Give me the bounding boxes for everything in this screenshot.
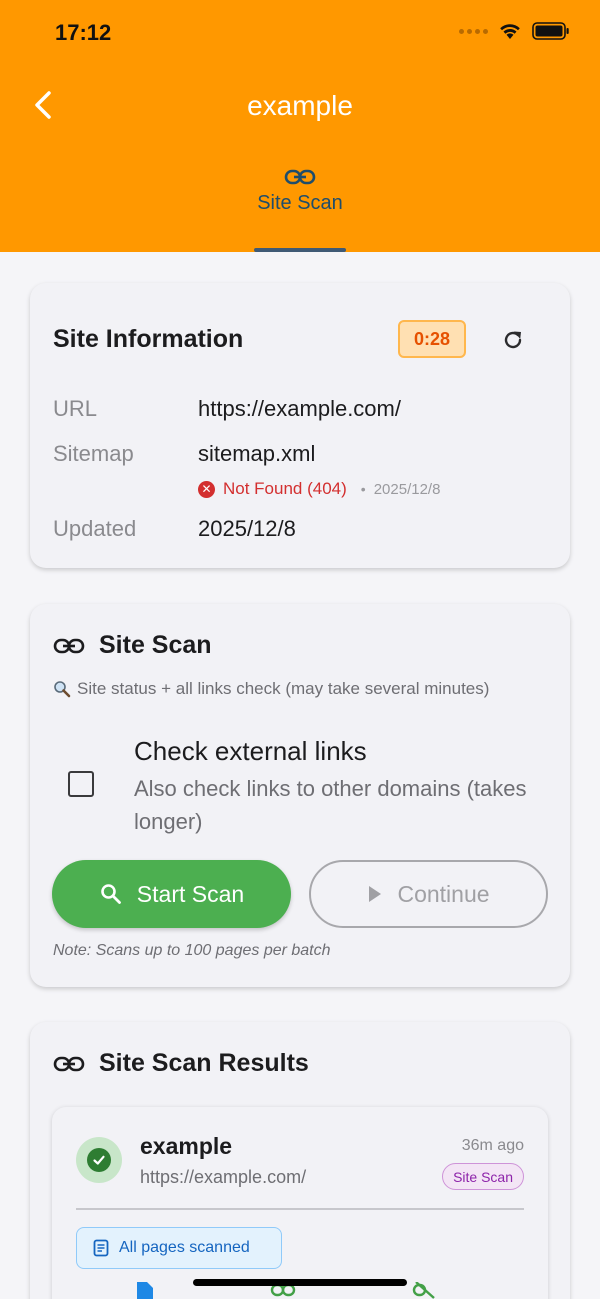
home-indicator: [193, 1279, 407, 1286]
battery-icon: [532, 22, 569, 40]
success-icon: [76, 1137, 122, 1183]
divider: [76, 1208, 524, 1210]
updated-label: Updated: [53, 516, 137, 541]
scan-results-card: Site Scan Results example https://exampl…: [30, 1022, 570, 1299]
batch-note: Note: Scans up to 100 pages per batch: [53, 942, 331, 959]
app-header: 17:12 example Site Scan: [0, 0, 600, 252]
site-scan-card: Site Scan Site status + all links check …: [30, 604, 570, 987]
result-url: https://example.com/: [140, 1167, 307, 1187]
page-title: example: [247, 90, 353, 121]
link-icon: [53, 638, 85, 653]
sitemap-status: ✕ Not Found (404) • 2025/12/8: [198, 479, 440, 499]
site-info-title: Site Information: [53, 325, 244, 353]
search-icon: [100, 884, 121, 904]
refresh-button[interactable]: [498, 325, 528, 355]
result-time: 36m ago: [461, 1137, 524, 1154]
site-info-card: Site Information 0:28 URL https://exampl…: [30, 283, 570, 568]
error-icon: ✕: [198, 480, 215, 498]
tab-indicator: [254, 248, 346, 252]
start-scan-button[interactable]: Start Scan: [52, 860, 291, 928]
site-scan-header: Site Scan: [53, 631, 212, 660]
result-tag: Site Scan: [442, 1163, 524, 1190]
document-icon: [93, 1239, 109, 1257]
scan-result-item[interactable]: example https://example.com/ 36m ago Sit…: [52, 1107, 548, 1299]
external-links-title: Check external links: [134, 736, 367, 766]
sitemap-label: Sitemap: [53, 441, 134, 466]
link-icon: [284, 169, 316, 185]
refresh-icon: [504, 331, 522, 349]
tab-site-scan[interactable]: Site Scan: [240, 168, 360, 252]
timer-badge: 0:28: [398, 320, 466, 358]
sitemap-status-text: Not Found (404): [223, 479, 347, 498]
link-icon: [53, 1056, 85, 1071]
sitemap-value: sitemap.xml: [198, 441, 316, 466]
broken-link-icon: [412, 1282, 435, 1299]
pages-badge-text: All pages scanned: [119, 1239, 250, 1256]
status-icons: [459, 22, 570, 40]
continue-button[interactable]: Continue: [309, 860, 548, 928]
external-links-desc: Also check links to other domains (takes…: [134, 776, 527, 834]
external-links-checkbox[interactable]: [68, 771, 94, 797]
wifi-icon: [500, 24, 520, 39]
url-label: URL: [53, 396, 98, 421]
continue-label: Continue: [397, 880, 490, 907]
magnifier-icon: [54, 681, 71, 698]
result-name: example: [140, 1133, 233, 1159]
scan-results-title: Site Scan Results: [99, 1049, 309, 1077]
status-time: 17:12: [55, 20, 112, 45]
play-icon: [369, 886, 382, 902]
page-icon: [137, 1282, 153, 1299]
tab-label: Site Scan: [257, 192, 343, 214]
updated-value: 2025/12/8: [198, 516, 296, 541]
signal-icon: [459, 28, 488, 34]
subtitle-text: Site status + all links check (may take …: [77, 679, 490, 698]
site-scan-subtitle: Site status + all links check (may take …: [53, 679, 489, 699]
separator-dot: •: [360, 481, 366, 497]
pages-badge: All pages scanned: [76, 1227, 282, 1269]
scan-results-header: Site Scan Results: [53, 1049, 309, 1078]
sitemap-date: 2025/12/8: [373, 480, 441, 498]
url-value: https://example.com/: [198, 396, 401, 421]
site-scan-title: Site Scan: [99, 631, 212, 659]
start-scan-label: Start Scan: [136, 880, 245, 907]
